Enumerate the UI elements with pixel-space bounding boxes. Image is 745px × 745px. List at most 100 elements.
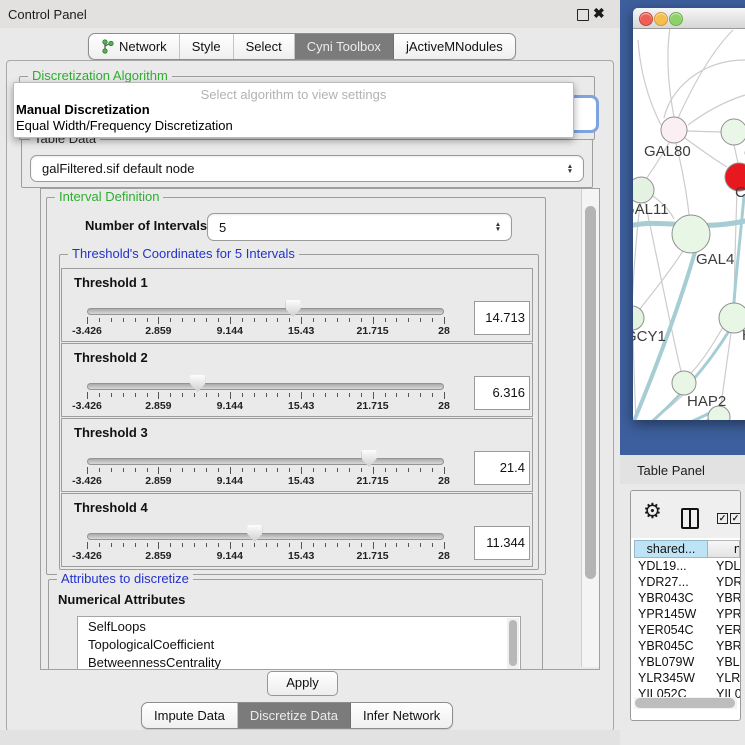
slider-tick (337, 543, 338, 547)
gear-icon[interactable]: ⚙ (643, 500, 662, 524)
numerical-attributes-list[interactable]: SelfLoopsTopologicalCoefficientBetweenne… (77, 616, 521, 670)
slider-tick-label: 2.859 (145, 325, 171, 337)
slider-tick (444, 467, 445, 474)
slider-tick (432, 318, 433, 322)
slider-tick (254, 318, 255, 322)
threshold-value-field[interactable]: 21.4 (474, 451, 530, 485)
GCY1-node[interactable] (633, 306, 644, 330)
settings-scrollpane: Interval Definition Number of Intervals … (40, 188, 600, 670)
cell-shared-name: YPR145W (634, 606, 711, 622)
checkbox-icon[interactable]: ✓ (730, 513, 741, 524)
table-row[interactable]: YBR045CYBR0 (634, 638, 740, 654)
network-canvas[interactable]: GAL80G.GAL11CGAL4GCY1HHAP2 (633, 29, 745, 420)
node-top-right[interactable] (721, 119, 745, 145)
slider-tick (396, 468, 397, 472)
threshold-coordinates-group: Threshold's Coordinates for 5 Intervals … (59, 254, 539, 570)
network-edge[interactable] (687, 131, 721, 132)
table-panel-title: Table Panel (637, 463, 705, 478)
GAL11-node[interactable] (633, 177, 654, 203)
table-data-combo[interactable]: galFiltered.sif default node ▲▼ (30, 155, 584, 182)
table-h-scrollbar[interactable] (634, 697, 737, 709)
list-item-topologicalcoefficient[interactable]: TopologicalCoefficient (78, 635, 520, 653)
network-edge-thick[interactable] (633, 410, 716, 420)
slider-track[interactable] (87, 533, 444, 540)
tab-infer-network[interactable]: Infer Network (351, 703, 452, 728)
threshold-value-field[interactable]: 14.713 (474, 301, 530, 335)
number-of-intervals-combo[interactable]: 5 ▲▼ (207, 213, 512, 241)
slider-tick (325, 393, 326, 397)
algorithm-option-equal-width-frequency-discretization[interactable]: Equal Width/Frequency Discretization (16, 118, 233, 133)
slider-tick (408, 468, 409, 472)
network-window-titlebar[interactable] (633, 8, 745, 29)
table-row[interactable]: YBR043CYBR0 (634, 590, 740, 606)
algorithm-prompt-item[interactable]: Select algorithm to view settings (14, 87, 573, 102)
network-edge[interactable] (685, 138, 727, 167)
slider-tick (301, 542, 302, 549)
slider-tick (337, 468, 338, 472)
threshold-value-field[interactable]: 11.344 (474, 526, 530, 560)
slider-tick (206, 468, 207, 472)
slider-tick (242, 318, 243, 322)
tab-network[interactable]: Network (89, 34, 180, 59)
network-edge[interactable] (664, 60, 745, 118)
slider-tick-label: 9.144 (217, 325, 243, 337)
mac-zoom-button[interactable] (669, 12, 683, 26)
interval-definition-group: Interval Definition Number of Intervals … (46, 197, 546, 575)
network-edge[interactable] (678, 30, 733, 118)
mac-minimize-button[interactable] (654, 12, 668, 26)
float-panel-icon[interactable] (577, 9, 589, 21)
slider-tick (396, 318, 397, 322)
network-edge[interactable] (638, 40, 661, 125)
network-icon (101, 39, 114, 54)
tab-style[interactable]: Style (180, 34, 234, 59)
table-row[interactable]: YBL079WYBL0 (634, 654, 740, 670)
tab-jactivemnodules[interactable]: jActiveMNodules (394, 34, 515, 59)
table-panel-titlebar: Table Panel (620, 455, 745, 484)
settings-scrollbar-thumb[interactable] (585, 206, 596, 579)
cell-name: YER0 (711, 622, 740, 638)
list-item-selfloops[interactable]: SelfLoops (78, 617, 520, 635)
tab-select[interactable]: Select (234, 34, 295, 59)
HAP2-node[interactable] (672, 371, 696, 395)
settings-scrollbar[interactable] (581, 189, 599, 667)
slider-tick (135, 543, 136, 547)
threshold-value-field[interactable]: 6.316 (474, 376, 530, 410)
tab-cyni-toolbox[interactable]: Cyni Toolbox (295, 34, 394, 59)
slider-track[interactable] (87, 308, 444, 315)
mac-close-button[interactable] (639, 12, 653, 26)
checkbox-icon[interactable]: ✓ (717, 513, 728, 524)
tab-impute-data[interactable]: Impute Data (142, 703, 238, 728)
table-row[interactable]: YPR145WYPR1 (634, 606, 740, 622)
stepper-arrows-icon[interactable]: ▲▼ (491, 222, 505, 232)
network-edge[interactable] (633, 203, 640, 306)
slider-tick (337, 318, 338, 322)
close-panel-icon[interactable]: ✖ (593, 5, 605, 22)
threshold-label: Threshold 1 (74, 275, 148, 290)
GAL4-node[interactable] (672, 215, 710, 253)
cell-name: YDL1 (711, 558, 740, 574)
slider-track[interactable] (87, 383, 444, 390)
list-item-betweennesscentrality[interactable]: BetweennessCentrality (78, 653, 520, 670)
slider-tick-label: 28 (438, 550, 450, 562)
attributes-scrollbar-thumb[interactable] (509, 620, 517, 666)
column-header-shared-name[interactable]: shared... (634, 540, 708, 558)
slider-tick (206, 393, 207, 397)
table-h-scrollbar-thumb[interactable] (635, 698, 735, 708)
table-row[interactable]: YDL19...YDL1 (634, 558, 740, 574)
tab-discretize-data[interactable]: Discretize Data (238, 703, 351, 728)
slider-track[interactable] (87, 458, 444, 465)
table-row[interactable]: YDR27...YDR2 (634, 574, 740, 590)
network-edge[interactable] (734, 145, 738, 163)
table-row[interactable]: YLR345WYLR3 (634, 670, 740, 686)
table-row[interactable]: YER054CYER0 (634, 622, 740, 638)
cell-name: YPR1 (711, 606, 740, 622)
slider-tick (99, 468, 100, 472)
apply-button[interactable]: Apply (267, 671, 338, 696)
slider-tick-label: 21.715 (357, 475, 389, 487)
attributes-scrollbar[interactable] (507, 618, 519, 670)
columns-icon[interactable] (681, 508, 699, 529)
stepper-arrows-icon[interactable]: ▲▼ (563, 164, 577, 174)
GAL80-node[interactable] (661, 117, 687, 143)
column-header-name[interactable]: n (708, 540, 740, 558)
algorithm-option-manual-discretization[interactable]: Manual Discretization (16, 102, 150, 117)
